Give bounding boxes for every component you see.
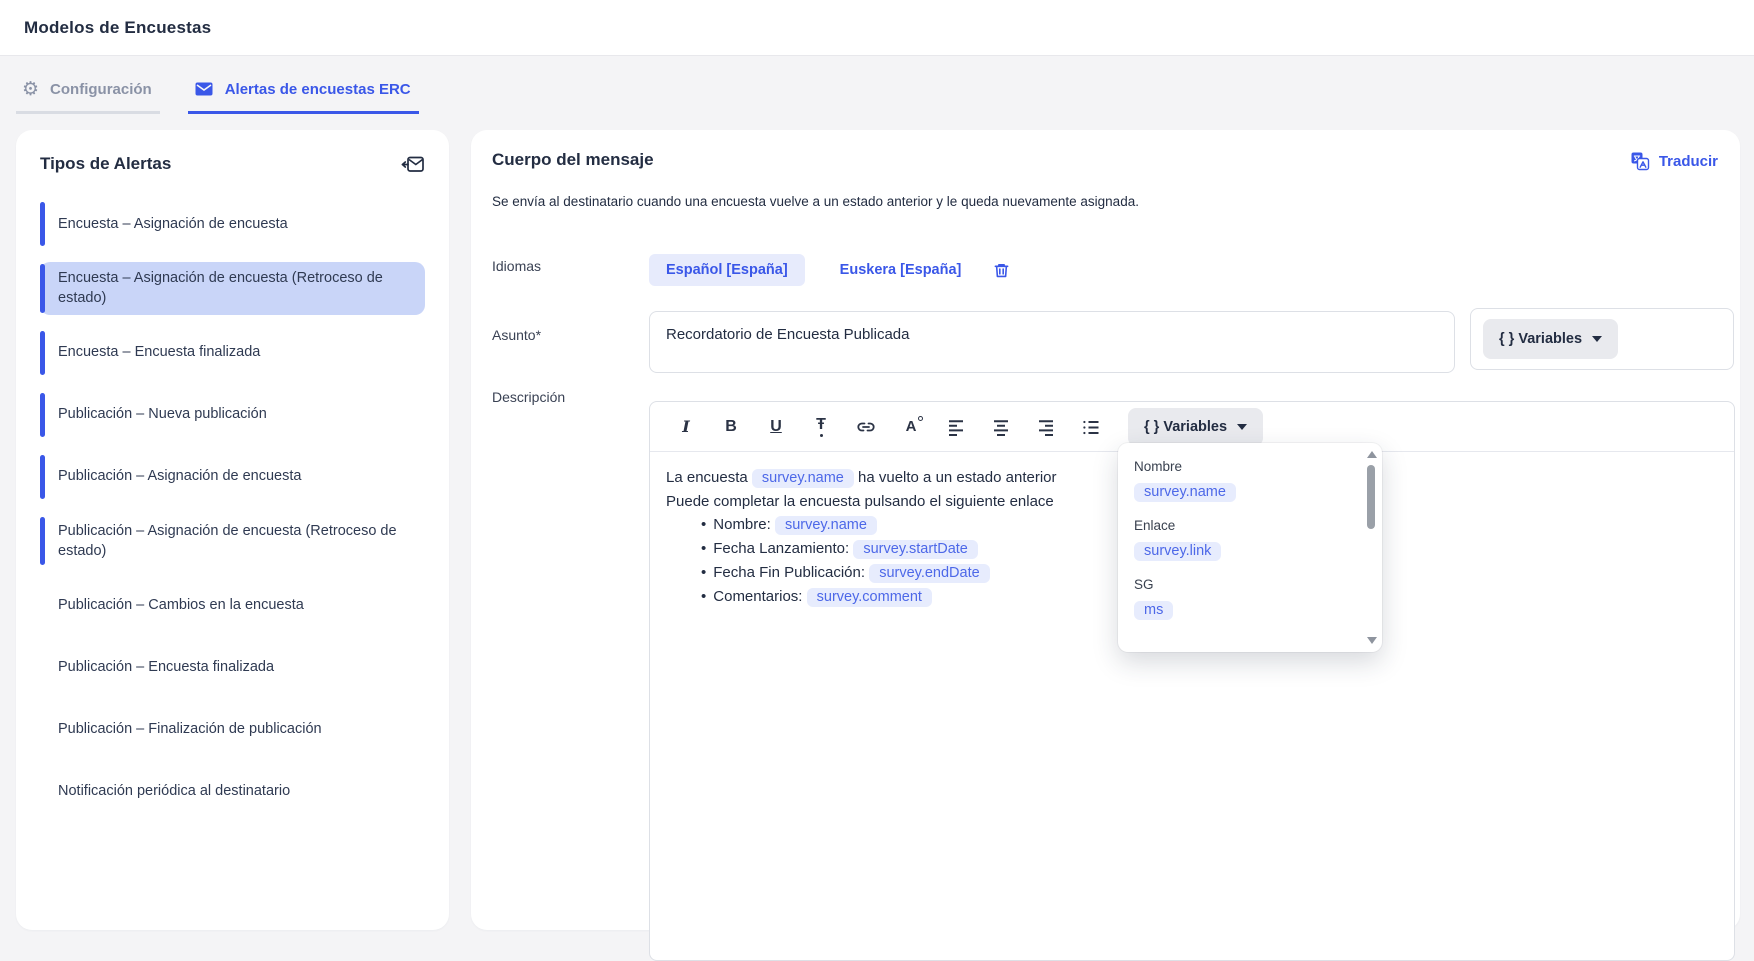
scrollbar-thumb[interactable] [1367, 465, 1375, 529]
alert-types-list: Encuesta – Asignación de encuesta Encues… [16, 194, 449, 835]
gear-icon: ⚙ [22, 80, 39, 99]
scroll-down-icon[interactable] [1367, 637, 1377, 644]
alert-type-item-selected[interactable]: Encuesta – Asignación de encuesta (Retro… [40, 262, 425, 315]
variables-button-label: { } Variables [1144, 419, 1227, 435]
alert-type-item[interactable]: Encuesta – Asignación de encuesta [40, 200, 425, 248]
variable-group-name: Enlace [1134, 518, 1348, 533]
translate-button[interactable]: Traducir [1629, 150, 1718, 172]
variable-chip[interactable]: survey.startDate [853, 540, 978, 559]
subject-input[interactable]: Recordatorio de Encuesta Publicada [649, 311, 1455, 373]
idiomas-label: Idiomas [492, 258, 541, 274]
configured-indicator-bar [40, 331, 45, 375]
chevron-down-icon [1592, 336, 1602, 342]
top-bar: Modelos de Encuestas [0, 0, 1754, 56]
bold-icon[interactable]: B [717, 412, 745, 442]
mail-icon [194, 79, 214, 99]
configured-indicator-bar [40, 517, 45, 566]
variable-group-name: Nombre [1134, 459, 1348, 474]
subject-variables-button[interactable]: { } Variables [1483, 319, 1618, 359]
variable-option[interactable]: survey.link [1134, 542, 1221, 561]
variable-group-name: SG [1134, 577, 1348, 592]
alert-type-item[interactable]: Publicación – Asignación de encuesta (Re… [40, 515, 425, 568]
page-title: Modelos de Encuestas [24, 18, 211, 38]
alert-type-item[interactable]: Publicación – Finalización de publicació… [40, 705, 425, 753]
variables-dropdown-menu: Nombre survey.name Enlace survey.link SG… [1118, 443, 1382, 652]
alert-types-panel: Tipos de Alertas Encuesta – Asignación d… [16, 130, 449, 930]
mail-forward-icon[interactable] [401, 152, 425, 176]
configured-indicator-bar [40, 264, 45, 313]
translate-icon [1629, 150, 1651, 172]
language-chip-espanol[interactable]: Español [España] [649, 254, 805, 286]
alert-type-item[interactable]: Publicación – Encuesta finalizada [40, 643, 425, 691]
variable-chip[interactable]: survey.name [775, 516, 877, 535]
tab-label: Alertas de encuestas ERC [225, 81, 411, 98]
tab-label: Configuración [50, 81, 152, 98]
trash-icon [992, 261, 1011, 280]
alert-type-item[interactable]: Publicación – Nueva publicación [40, 391, 425, 439]
font-color-icon[interactable]: A [897, 412, 925, 442]
tab-configuracion[interactable]: ⚙ Configuración [16, 80, 160, 114]
alert-type-label: Encuesta – Encuesta finalizada [58, 342, 260, 362]
delete-language-button[interactable] [992, 261, 1011, 280]
dropdown-scrollbar[interactable] [1365, 449, 1377, 646]
unordered-list-icon[interactable] [1077, 412, 1105, 442]
strikethrough-icon[interactable]: Ŧ [807, 412, 835, 442]
descripcion-label: Descripción [492, 389, 565, 405]
alert-type-item[interactable]: Publicación – Asignación de encuesta [40, 453, 425, 501]
variable-chip[interactable]: survey.endDate [869, 564, 989, 583]
alert-type-item[interactable]: Notificación periódica al destinatario [40, 767, 425, 815]
alert-type-item[interactable]: Encuesta – Encuesta finalizada [40, 329, 425, 377]
variable-chip[interactable]: survey.comment [807, 588, 932, 607]
variable-option[interactable]: ms [1134, 601, 1173, 620]
underline-icon[interactable]: U [762, 412, 790, 442]
alert-type-label: Publicación – Nueva publicación [58, 404, 267, 424]
alert-types-title: Tipos de Alertas [40, 154, 171, 174]
alert-type-item[interactable]: Publicación – Cambios en la encuesta [40, 581, 425, 629]
tab-alertas-erc[interactable]: Alertas de encuestas ERC [188, 79, 419, 114]
language-chip-row: Español [España] Euskera [España] [649, 252, 1011, 288]
message-body-panel: Cuerpo del mensaje Se envía al destinata… [471, 130, 1740, 930]
subject-variables-box: { } Variables [1470, 308, 1734, 370]
align-right-icon[interactable] [1032, 412, 1060, 442]
variables-button-label: { } Variables [1499, 331, 1582, 347]
italic-icon[interactable]: I [672, 412, 700, 442]
alert-type-label: Encuesta – Asignación de encuesta [58, 214, 288, 234]
editor-variables-button[interactable]: { } Variables [1128, 408, 1263, 446]
chevron-down-icon [1237, 424, 1247, 430]
scroll-up-icon[interactable] [1367, 451, 1377, 458]
language-chip-euskera[interactable]: Euskera [España] [823, 254, 979, 286]
tab-bar: ⚙ Configuración Alertas de encuestas ERC [0, 56, 1754, 114]
alert-type-label: Encuesta – Asignación de encuesta (Retro… [58, 268, 413, 309]
section-subtitle: Se envía al destinatario cuando una encu… [492, 194, 1139, 209]
alert-type-label: Publicación – Asignación de encuesta [58, 466, 301, 486]
asunto-label: Asunto* [492, 327, 541, 343]
alert-type-label: Publicación – Asignación de encuesta (Re… [58, 521, 413, 562]
configured-indicator-bar [40, 393, 45, 437]
align-center-icon[interactable] [987, 412, 1015, 442]
link-icon[interactable] [852, 412, 880, 442]
configured-indicator-bar [40, 202, 45, 246]
translate-label: Traducir [1659, 153, 1718, 170]
variable-option[interactable]: survey.name [1134, 483, 1236, 502]
configured-indicator-bar [40, 455, 45, 499]
variable-chip[interactable]: survey.name [752, 469, 854, 488]
section-title: Cuerpo del mensaje [492, 150, 654, 170]
alert-type-label: Publicación – Finalización de publicació… [58, 719, 322, 739]
alert-type-label: Publicación – Cambios en la encuesta [58, 595, 304, 615]
align-left-icon[interactable] [942, 412, 970, 442]
alert-type-label: Publicación – Encuesta finalizada [58, 657, 274, 677]
alert-type-label: Notificación periódica al destinatario [58, 781, 290, 801]
